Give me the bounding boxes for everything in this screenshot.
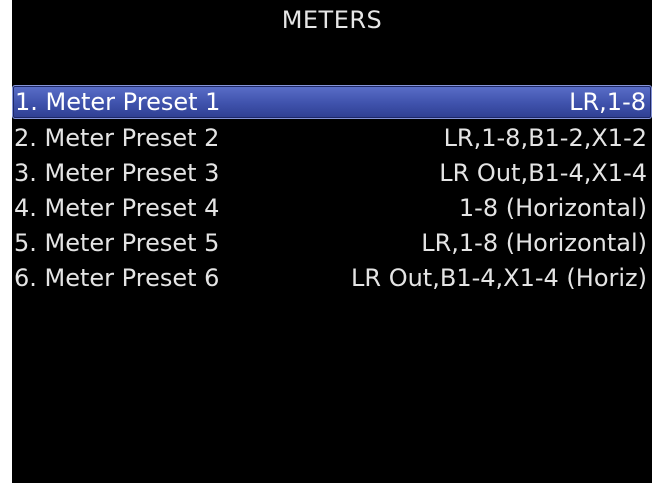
menu-item-label: 1. Meter Preset 1	[15, 88, 221, 116]
menu-item-label: 2. Meter Preset 2	[14, 123, 220, 152]
menu-item-label: 5. Meter Preset 5	[14, 228, 220, 257]
menu-item-label: 6. Meter Preset 6	[14, 263, 220, 292]
meter-preset-list: 1. Meter Preset 1 LR,1-8 2. Meter Preset…	[12, 85, 652, 295]
screen-title: METERS	[281, 6, 383, 34]
menu-item-meter-preset-6[interactable]: 6. Meter Preset 6 LR Out,B1-4,X1-4 (Hori…	[12, 260, 652, 295]
menu-item-value: LR Out,B1-4,X1-4 (Horiz)	[351, 263, 647, 292]
menu-item-value: LR,1-8	[569, 88, 646, 116]
menu-item-meter-preset-3[interactable]: 3. Meter Preset 3 LR Out,B1-4,X1-4	[12, 155, 652, 190]
menu-item-meter-preset-5[interactable]: 5. Meter Preset 5 LR,1-8 (Horizontal)	[12, 225, 652, 260]
menu-item-value: 1-8 (Horizontal)	[458, 193, 647, 222]
menu-item-value: LR,1-8,B1-2,X1-2	[443, 123, 647, 152]
menu-item-label: 3. Meter Preset 3	[14, 158, 220, 187]
menu-item-meter-preset-2[interactable]: 2. Meter Preset 2 LR,1-8,B1-2,X1-2	[12, 120, 652, 155]
menu-item-meter-preset-1[interactable]: 1. Meter Preset 1 LR,1-8	[12, 85, 652, 119]
menu-item-meter-preset-4[interactable]: 4. Meter Preset 4 1-8 (Horizontal)	[12, 190, 652, 225]
menu-item-label: 4. Meter Preset 4	[14, 193, 220, 222]
menu-item-value: LR,1-8 (Horizontal)	[421, 228, 647, 257]
meters-screen: METERS 1. Meter Preset 1 LR,1-8 2. Meter…	[12, 0, 652, 483]
menu-item-value: LR Out,B1-4,X1-4	[439, 158, 647, 187]
